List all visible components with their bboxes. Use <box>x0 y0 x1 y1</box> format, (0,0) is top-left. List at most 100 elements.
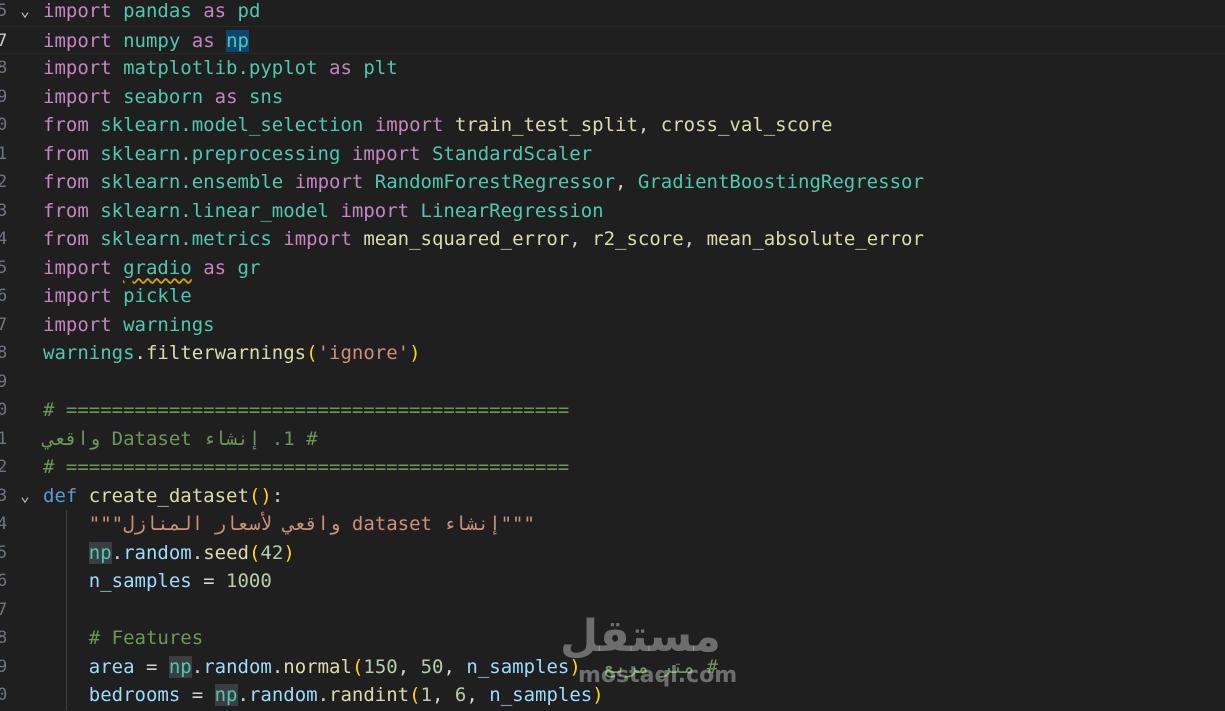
fold-chevron-icon[interactable]: ⌄ <box>16 0 34 26</box>
line-number: 0 <box>0 400 8 420</box>
code-token: as <box>214 85 238 108</box>
code-line[interactable]: 3 ⌄ def create_dataset(): <box>0 482 1225 511</box>
code-line[interactable]: 7 import numpy as np <box>0 25 1225 54</box>
code-editor[interactable]: 5 ⌄ import pandas as pd 7 import numpy as np… <box>0 0 1225 711</box>
code-token: sklearn.metrics <box>100 228 272 250</box>
code-line[interactable]: 0 from sklearn.model_selection import tra… <box>0 111 1225 140</box>
code-text: from sklearn.ensemble import RandomFores… <box>43 168 924 197</box>
code-token: import <box>43 0 112 22</box>
code-token: import <box>43 57 112 79</box>
code-token: from <box>43 228 89 250</box>
code-token: # ======================================… <box>43 456 570 478</box>
code-line[interactable]: 9 <box>0 368 1225 397</box>
code-token: as <box>203 0 227 22</box>
line-number: 2 <box>0 457 8 477</box>
code-token: 'ignore' <box>317 342 410 364</box>
code-text: n_samples = 1000 <box>43 567 272 596</box>
code-text: """إنشاء dataset واقعي لأسعار المنازل""" <box>43 510 535 539</box>
code-line[interactable]: 0 bedrooms = np.random.randint(1, 6, n_s… <box>0 681 1225 710</box>
code-token: = <box>134 655 169 678</box>
code-line[interactable]: 2 # =====================================… <box>0 453 1225 482</box>
code-token: warnings <box>123 313 215 336</box>
code-token: pd <box>237 0 261 22</box>
code-token: ( <box>248 541 261 564</box>
line-number: 7 <box>0 314 8 335</box>
code-token: import <box>351 142 421 165</box>
line-number: 6 <box>0 286 8 306</box>
code-token: import <box>340 199 410 222</box>
code-token: RandomForestRegressor <box>374 171 616 193</box>
code-line[interactable]: 2 from sklearn.ensemble import RandomFore… <box>0 168 1225 197</box>
code-line[interactable]: 3 from sklearn.linear_model import Linear… <box>0 197 1225 226</box>
line-number: 5 <box>0 1 8 21</box>
code-line[interactable]: 1 from sklearn.preprocessing import Stand… <box>0 140 1225 169</box>
code-line[interactable]: 7 <box>0 595 1225 624</box>
code-line[interactable]: 8 import matplotlib.pyplot as plt <box>0 54 1225 83</box>
code-line[interactable]: 8 warnings.filterwarnings('ignore') <box>0 339 1225 368</box>
code-token: ( <box>409 684 421 706</box>
code-token: import <box>283 228 352 250</box>
code-line[interactable]: 8 # Features <box>0 624 1225 653</box>
code-token: mean_squared_error <box>363 228 570 250</box>
code-token: seaborn <box>123 85 204 108</box>
code-line[interactable]: 0 # =====================================… <box>0 396 1225 425</box>
line-number: 5 <box>0 542 8 563</box>
code-token: from <box>43 171 89 193</box>
code-line[interactable]: 7 import warnings <box>0 311 1225 340</box>
code-token: np <box>214 684 238 706</box>
code-line[interactable]: 6 import pickle <box>0 282 1225 311</box>
code-text: from sklearn.linear_model import LinearR… <box>43 197 604 226</box>
code-token: np <box>88 541 112 564</box>
code-text: import seaborn as sns <box>43 83 283 112</box>
code-line[interactable]: 4 from sklearn.metrics import mean_square… <box>0 225 1225 254</box>
code-text: # ======================================… <box>43 453 569 482</box>
code-token: pandas <box>123 0 192 22</box>
code-token: from <box>43 114 89 136</box>
code-text: # Features <box>43 624 203 653</box>
code-token: import <box>374 114 444 136</box>
line-number: 5 <box>0 257 8 278</box>
code-line[interactable]: 9 import seaborn as sns <box>0 83 1225 112</box>
code-line[interactable]: 9 area = np.random.normal(150, 50, n_sam… <box>0 652 1225 681</box>
code-line[interactable]: 5 np.random.seed(42) <box>0 538 1225 567</box>
code-token: ( <box>351 655 364 678</box>
code-token: from <box>43 142 89 165</box>
code-line[interactable]: 4 """إنشاء dataset واقعي لأسعار المنازل"… <box>0 510 1225 539</box>
code-token: . <box>317 684 330 706</box>
code-line[interactable]: 1 # 1. إنشاء Dataset واقعي <box>0 425 1225 454</box>
code-line[interactable]: 5 import gradio as gr <box>0 254 1225 283</box>
code-token: , <box>569 228 593 250</box>
fold-chevron-icon[interactable]: ⌄ <box>16 482 34 511</box>
code-token: cross_val_score <box>660 114 833 136</box>
code-token: ) <box>409 342 421 364</box>
code-token: sklearn.linear_model <box>100 199 329 222</box>
code-line[interactable]: 5 ⌄ import pandas as pd <box>0 0 1225 26</box>
code-token: , <box>432 684 455 706</box>
code-token: from <box>43 199 89 222</box>
code-token: # ======================================… <box>43 399 570 421</box>
code-token: np <box>226 29 249 52</box>
code-token: () <box>248 484 272 507</box>
code-line[interactable]: 6 n_samples = 1000 <box>0 567 1225 596</box>
code-token: matplotlib.pyplot <box>123 57 318 79</box>
code-text: import pickle <box>43 282 192 311</box>
code-token: 6 <box>454 684 467 706</box>
code-text: import matplotlib.pyplot as plt <box>43 54 398 83</box>
line-number: 4 <box>0 229 8 249</box>
